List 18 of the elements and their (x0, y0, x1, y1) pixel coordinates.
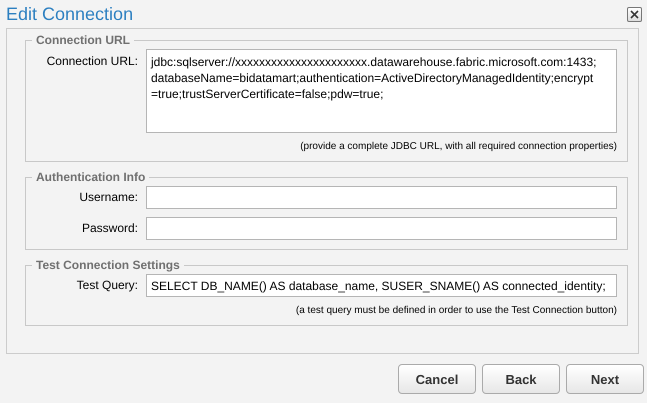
field-label: Password: (80, 220, 138, 235)
close-icon[interactable] (627, 6, 642, 22)
input-field[interactable] (146, 186, 617, 209)
input-field[interactable] (146, 217, 617, 240)
dialog-button[interactable]: Next (566, 364, 644, 394)
dialog-button[interactable]: Back (482, 364, 560, 394)
url-text-area[interactable]: jdbc:sqlserver://xxxxxxxxxxxxxxxxxxxxxx.datawarehouse.fabric.microsoft.com:1433; databaseName=bidatamart;authentication=ActiveDirectoryManagedIdentity;encrypt =true;trustServerCertificate=false;pdw=true; (146, 49, 617, 133)
section-legend: Test Connection Settings (32, 258, 184, 272)
hint-text: (a test query must be defined in order to use the Test Connection button) (296, 305, 617, 316)
field-label: Connection URL: (46, 53, 138, 68)
input-field[interactable]: SELECT DB_NAME() AS database_name, SUSER_SNAME() AS connected_identity; (146, 274, 617, 297)
hint-text: (provide a complete JDBC URL, with all required connection properties) (300, 141, 617, 152)
window-title: Edit Connection (6, 4, 134, 24)
dialog-button[interactable]: Cancel (398, 364, 476, 394)
section-legend: Authentication Info (32, 170, 150, 184)
section-legend: Connection URL (32, 33, 134, 47)
field-label: Test Query: (76, 277, 138, 292)
field-label: Username: (78, 189, 138, 204)
